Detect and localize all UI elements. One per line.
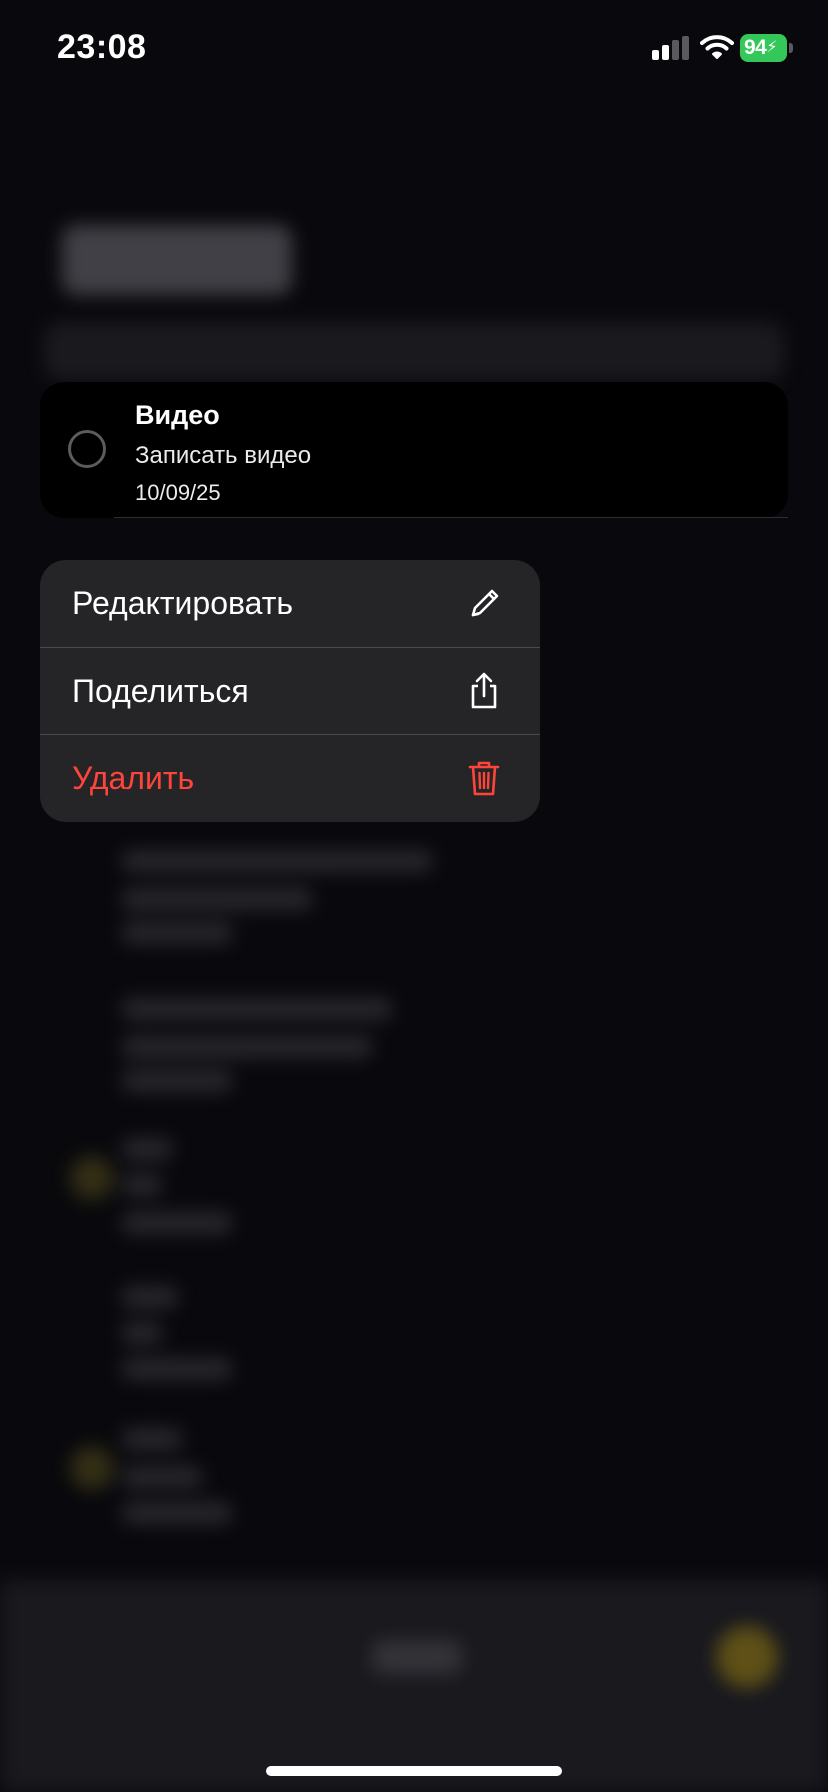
share-menu-item[interactable]: Поделиться bbox=[40, 647, 540, 735]
task-card[interactable]: Видео Записать видео 10/09/25 bbox=[40, 382, 788, 518]
task-date: 10/09/25 bbox=[135, 480, 221, 505]
share-icon bbox=[466, 672, 502, 710]
screen: 23:08 94⚡ Видео Записать видео 10/09/25 bbox=[0, 0, 828, 1792]
blurred-page-title bbox=[62, 225, 292, 295]
pencil-icon bbox=[466, 584, 502, 622]
blurred-list-item bbox=[40, 1262, 788, 1382]
task-subtitle: Записать видео bbox=[135, 442, 312, 469]
task-checkbox[interactable] bbox=[68, 430, 106, 468]
delete-menu-item[interactable]: Удалить bbox=[40, 734, 540, 822]
edit-menu-item[interactable]: Редактировать bbox=[40, 560, 540, 647]
battery-level: 94 bbox=[744, 36, 767, 59]
blurred-list-item bbox=[40, 830, 788, 950]
trash-icon bbox=[466, 759, 502, 797]
blurred-tab-bar bbox=[0, 1580, 828, 1792]
blurred-add-button bbox=[716, 1626, 778, 1688]
divider bbox=[114, 517, 788, 518]
task-title: Видео bbox=[135, 400, 220, 430]
blurred-list-item bbox=[40, 978, 788, 1098]
status-time: 23:08 bbox=[57, 28, 147, 66]
home-indicator[interactable] bbox=[266, 1766, 562, 1776]
delete-menu-label: Удалить bbox=[72, 760, 195, 796]
wifi-icon bbox=[700, 34, 734, 60]
status-bar: 23:08 94⚡ bbox=[0, 0, 828, 100]
blurred-background bbox=[0, 0, 828, 1792]
blurred-list-item bbox=[40, 1120, 788, 1240]
edit-menu-label: Редактировать bbox=[72, 585, 294, 621]
charging-bolt-icon: ⚡ bbox=[766, 39, 778, 56]
blurred-search-bar bbox=[44, 322, 784, 380]
cellular-signal-icon bbox=[652, 36, 692, 60]
blurred-list-item bbox=[40, 1410, 788, 1530]
share-menu-label: Поделиться bbox=[72, 673, 249, 709]
blurred-tab-label bbox=[372, 1640, 462, 1674]
context-menu: Редактировать Поделиться Удалить bbox=[40, 560, 540, 822]
battery-icon: 94⚡ bbox=[740, 34, 793, 62]
